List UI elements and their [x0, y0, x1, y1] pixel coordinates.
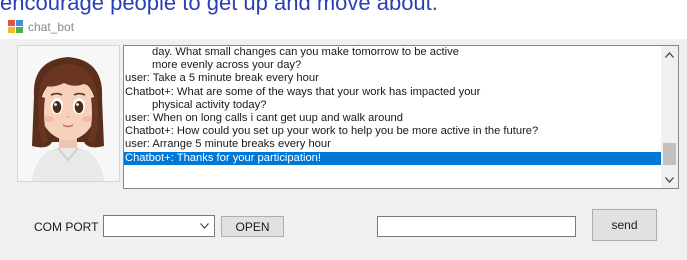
- chat-line[interactable]: Chatbot+: What are some of the ways that…: [124, 86, 662, 99]
- open-button[interactable]: OPEN: [221, 216, 284, 237]
- title-bar: chat_bot: [0, 17, 687, 39]
- chat-line[interactable]: more evenly across your day?: [124, 59, 662, 72]
- chat-lines: day. What small changes can you make tom…: [124, 46, 662, 165]
- message-input[interactable]: [377, 216, 576, 237]
- caption-text: encourage people to get up and move abou…: [0, 0, 438, 15]
- scroll-down-arrow-icon[interactable]: [661, 171, 678, 188]
- avatar: [17, 45, 120, 182]
- chevron-down-icon[interactable]: [197, 220, 211, 232]
- chatbot-window: day. What small changes can you make tom…: [0, 39, 687, 260]
- chat-line[interactable]: user: When on long calls i cant get uup …: [124, 112, 662, 125]
- app-window-icon: [8, 20, 24, 35]
- chat-line[interactable]: Chatbot+: Thanks for your participation!: [124, 151, 662, 165]
- chat-line[interactable]: physical activity today?: [124, 99, 662, 112]
- com-port-dropdown[interactable]: [103, 215, 215, 237]
- chat-line[interactable]: Chatbot+: How could you set up your work…: [124, 125, 662, 138]
- chat-line[interactable]: user: Take a 5 minute break every hour: [124, 72, 662, 85]
- cartoon-girl-avatar-icon: [32, 57, 104, 181]
- send-button[interactable]: send: [592, 209, 657, 241]
- scroll-up-arrow-icon[interactable]: [661, 46, 678, 63]
- vertical-scrollbar[interactable]: [661, 46, 678, 188]
- window-title: chat_bot: [28, 20, 75, 34]
- chat-line[interactable]: day. What small changes can you make tom…: [124, 46, 662, 59]
- chat-log[interactable]: day. What small changes can you make tom…: [123, 45, 679, 189]
- com-port-label: COM PORT: [34, 220, 99, 234]
- scrollbar-thumb[interactable]: [663, 143, 676, 165]
- chat-line[interactable]: user: Arrange 5 minute breaks every hour: [124, 138, 662, 151]
